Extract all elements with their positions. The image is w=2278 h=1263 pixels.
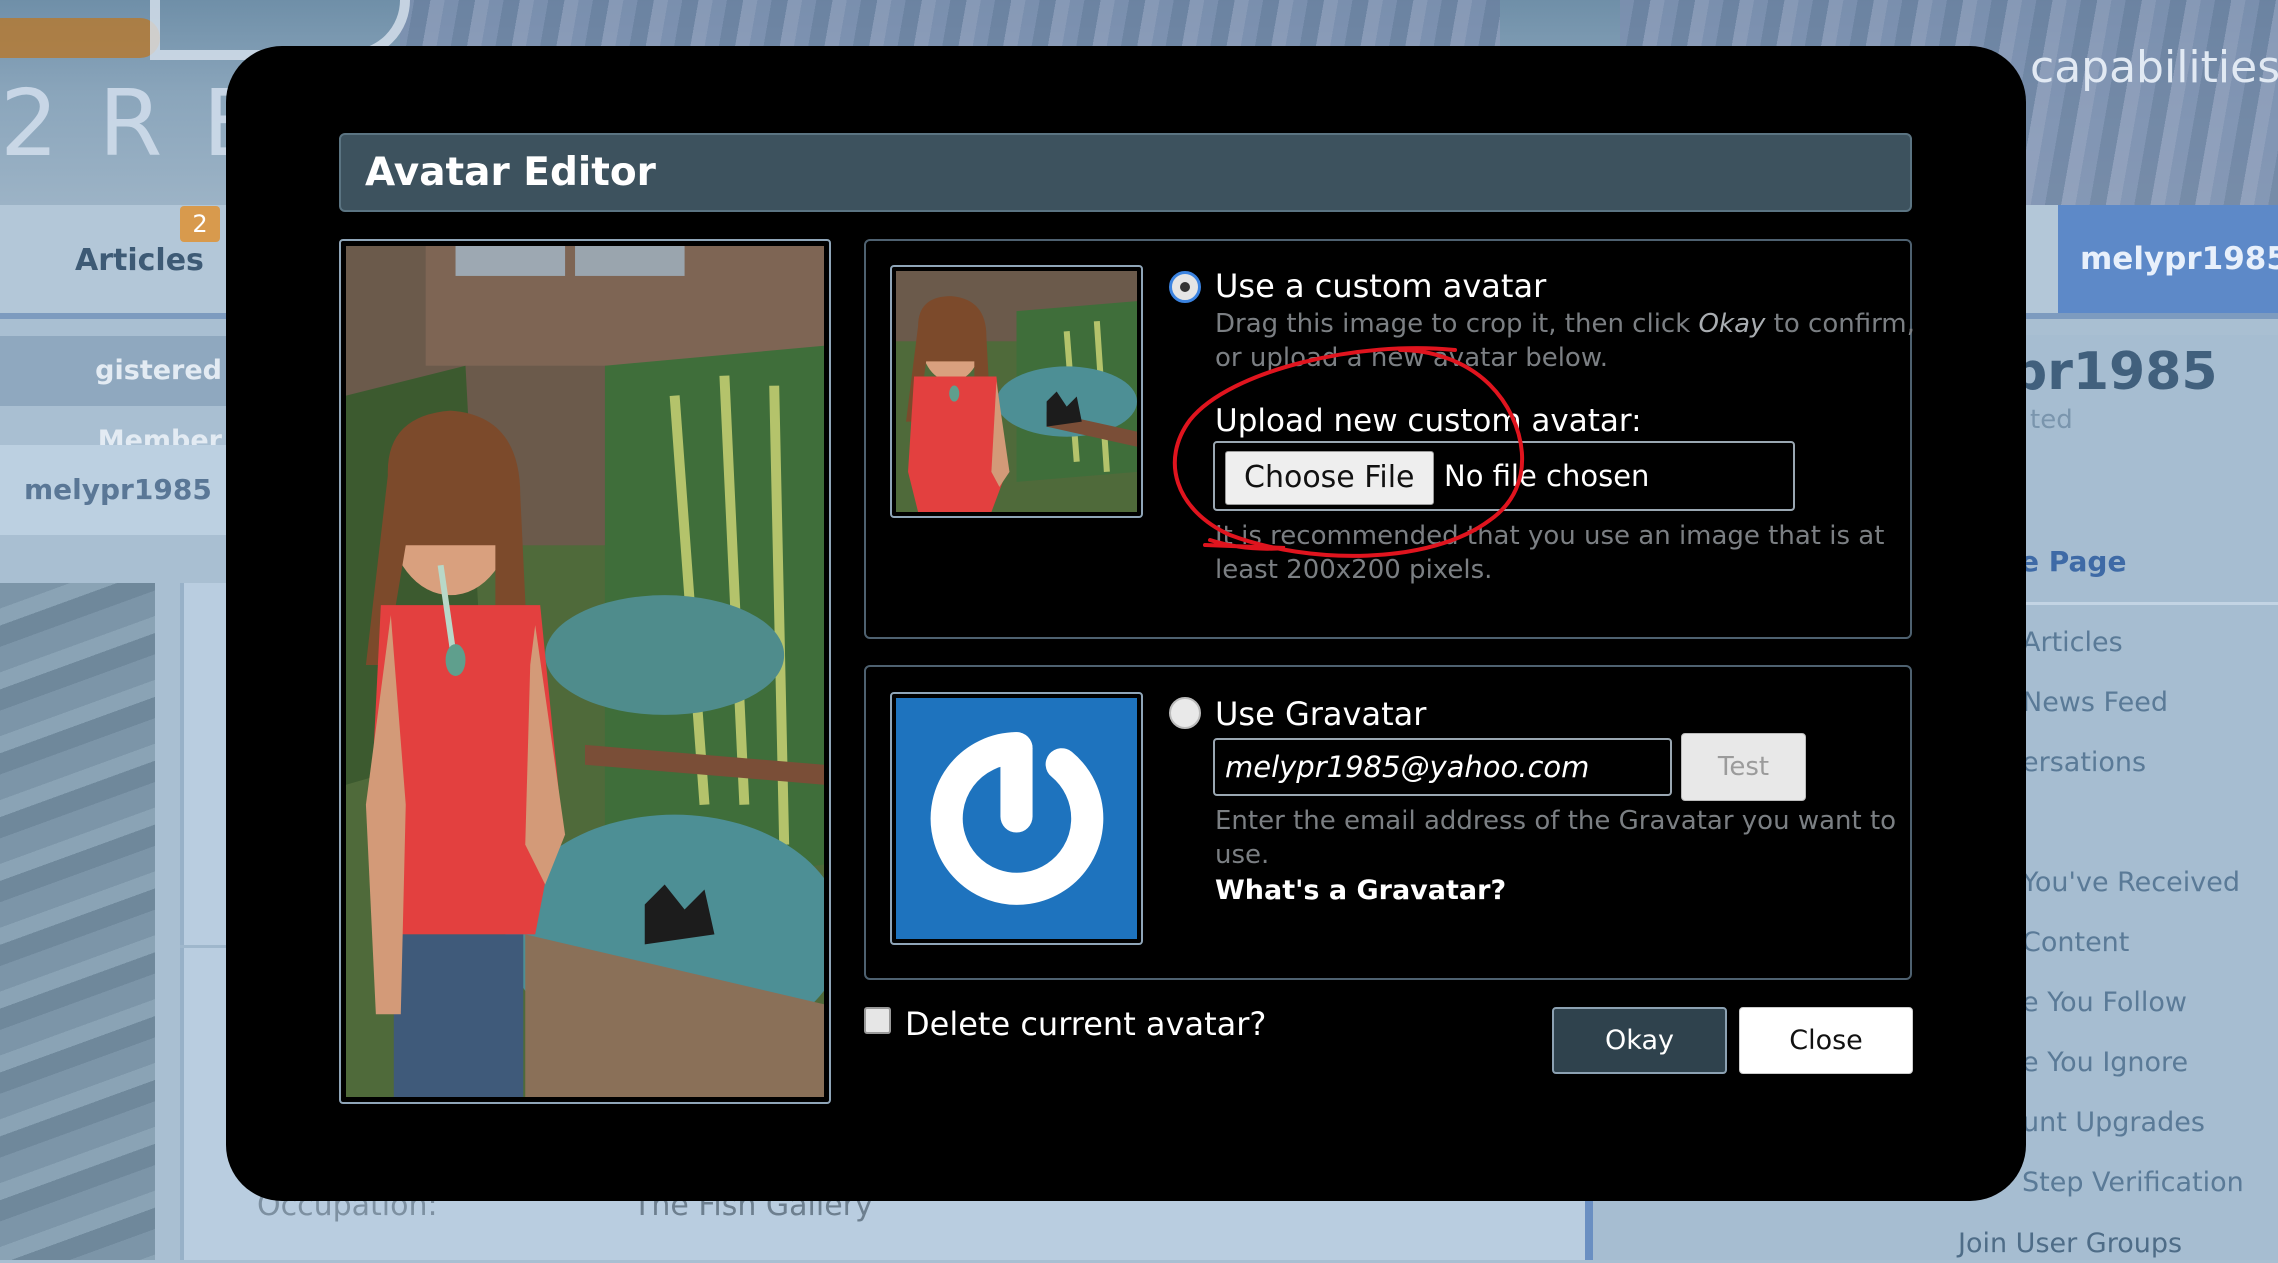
- custom-avatar-hint: Drag this image to crop it, then click O…: [1215, 307, 1915, 375]
- file-status-text: No file chosen: [1444, 459, 1650, 493]
- upload-recommendation: It is recommended that you use an image …: [1215, 519, 1884, 587]
- sidebar-item-join-user-groups[interactable]: Join User Groups: [1958, 1228, 2182, 1259]
- site-logo-mark: [0, 18, 160, 58]
- delete-avatar-label[interactable]: Delete current avatar?: [905, 1005, 1266, 1043]
- hint-text: least 200x200 pixels.: [1215, 555, 1493, 585]
- breadcrumb[interactable]: melypr1985: [0, 445, 230, 535]
- custom-avatar-label[interactable]: Use a custom avatar: [1215, 267, 1546, 305]
- gravatar-label[interactable]: Use Gravatar: [1215, 695, 1426, 733]
- gravatar-logo-icon: [896, 698, 1137, 939]
- avatar-photo-large[interactable]: [346, 246, 824, 1097]
- sidebar-item-people-you-ignore[interactable]: e You Ignore: [2022, 1047, 2188, 1078]
- site-tagline: capabilities: [2030, 42, 2278, 93]
- hint-text: to confirm,: [1765, 309, 1915, 339]
- avatar-crop-area[interactable]: [339, 239, 831, 1104]
- subnav-registered-members[interactable]: gistered Member: [0, 336, 230, 456]
- hint-text: Drag this image to crop it, then click: [1215, 309, 1699, 339]
- sidebar-item-your-content[interactable]: Content: [2022, 927, 2129, 958]
- sidebar-profile-page-link[interactable]: e Page: [2020, 545, 2126, 578]
- choose-file-button[interactable]: Choose File: [1225, 451, 1434, 505]
- delete-avatar-checkbox[interactable]: [864, 1007, 891, 1034]
- hint-text: It is recommended that you use an image …: [1215, 521, 1885, 551]
- gravatar-thumbnail: [890, 692, 1143, 945]
- sidebar-item-conversations[interactable]: ersations: [2022, 747, 2146, 778]
- sidebar-item-news-feed[interactable]: News Feed: [2022, 687, 2168, 718]
- sidebar-item-people-you-follow[interactable]: e You Follow: [2022, 987, 2187, 1018]
- hint-text: or upload a new avatar below.: [1215, 343, 1608, 373]
- okay-button[interactable]: Okay: [1552, 1007, 1727, 1074]
- profile-cover-image: [0, 583, 155, 1260]
- avatar-thumbnail: [890, 265, 1143, 518]
- sidebar-username: pr1985: [2010, 342, 2218, 402]
- hint-okay-emphasis: Okay: [1698, 309, 1766, 339]
- nav-articles-badge: 2: [180, 206, 220, 242]
- sidebar-item-likes-received[interactable]: You've Received: [2022, 867, 2240, 898]
- close-button[interactable]: Close: [1739, 1007, 1913, 1074]
- gravatar-test-button[interactable]: Test: [1681, 733, 1806, 801]
- custom-avatar-radio[interactable]: [1169, 271, 1201, 303]
- gravatar-email-input[interactable]: melypr1985@yahoo.com: [1213, 738, 1672, 796]
- gravatar-hint: Enter the email address of the Gravatar …: [1215, 804, 1896, 872]
- sidebar-item-two-step-verification[interactable]: Step Verification: [2022, 1167, 2244, 1198]
- nav-tab-articles[interactable]: Articles: [75, 243, 204, 278]
- sidebar-user-title: ted: [2030, 405, 2073, 435]
- file-upload-input[interactable]: Choose File No file chosen: [1213, 441, 1795, 511]
- dialog-title: Avatar Editor: [339, 133, 1912, 212]
- sidebar-item-account-upgrades[interactable]: unt Upgrades: [2022, 1107, 2205, 1138]
- whats-gravatar-link[interactable]: What's a Gravatar?: [1215, 875, 1506, 906]
- gravatar-radio[interactable]: [1169, 697, 1201, 729]
- upload-label: Upload new custom avatar:: [1215, 403, 1642, 439]
- sidebar-item-articles[interactable]: Articles: [2022, 627, 2123, 658]
- hint-text: Enter the email address of the Gravatar …: [1215, 806, 1897, 836]
- hint-text: use.: [1215, 840, 1270, 870]
- nav-tab-user[interactable]: melypr1985: [2058, 205, 2278, 313]
